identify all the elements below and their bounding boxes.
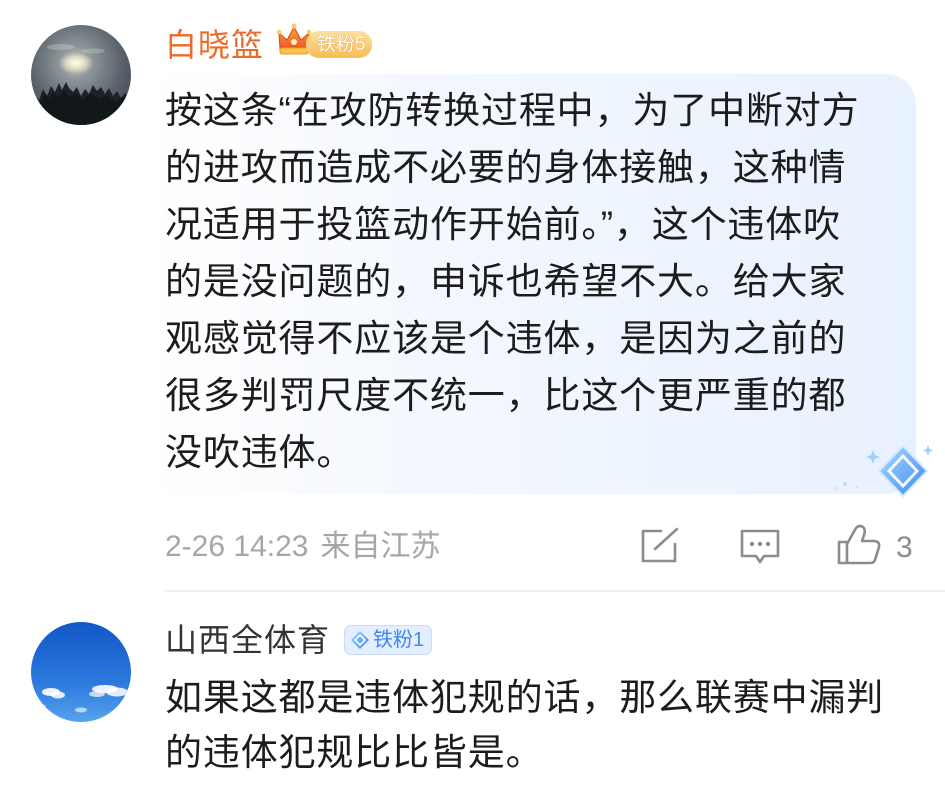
username[interactable]: 山西全体育 [165,623,330,657]
fan-badge[interactable]: 铁粉5 [306,31,372,58]
comment-text-line: 如果这都是违体犯规的话，那么联赛中漏判 [165,677,885,718]
comment-text-line: 很多判罚尺度不统一，比这个更严重的都 [165,375,847,416]
like-button[interactable]: 3 [836,524,926,570]
username[interactable]: 白晓篮 [165,28,264,62]
fan-badge-label: 铁粉1 [373,629,425,651]
comment-text-line: 的违体犯规比比皆是。 [165,732,544,773]
location: 来自江苏 [320,530,441,563]
comment-text-line: 没吹违体。 [165,432,355,473]
avatar[interactable] [31,622,131,722]
comment-text-line: 况适用于投篮动作开始前。”，这个违体吹 [165,204,841,245]
reply-button[interactable] [738,527,782,567]
like-count: 3 [896,531,913,564]
diamond-gem-icon [825,440,935,505]
diamond-icon [351,631,369,649]
fan-badge[interactable]: 铁粉1 [344,625,432,655]
repost-button[interactable] [638,526,682,566]
timestamp: 2-26 14:23 [165,530,309,563]
avatar-image [31,622,131,722]
avatar-image [31,25,131,125]
comment-text-line: 的进攻而造成不必要的身体接触，这种情 [165,147,847,188]
comment-text-line: 的是没问题的，申诉也希望不大。给大家 [165,261,847,302]
comment-divider [165,590,945,592]
comment-text: 如果这都是违体犯规的话，那么联赛中漏判 的违体犯规比比皆是。 [165,670,884,780]
comment-meta: 2-26 14:23 来自江苏 [165,530,440,564]
comment-icon [740,529,780,564]
repost-icon [641,527,679,563]
thumbs-up-icon [837,524,881,565]
fan-badge-label: 铁粉5 [316,34,366,55]
comment-text-line: 按这条“在攻防转换过程中，为了中断对方 [165,90,860,131]
comment-text: 按这条“在攻防转换过程中，为了中断对方 的进攻而造成不必要的身体接触，这种情 况… [165,82,859,481]
comment-text-line: 观感觉得不应该是个违体，是因为之前的 [165,318,847,359]
avatar[interactable] [31,25,131,125]
